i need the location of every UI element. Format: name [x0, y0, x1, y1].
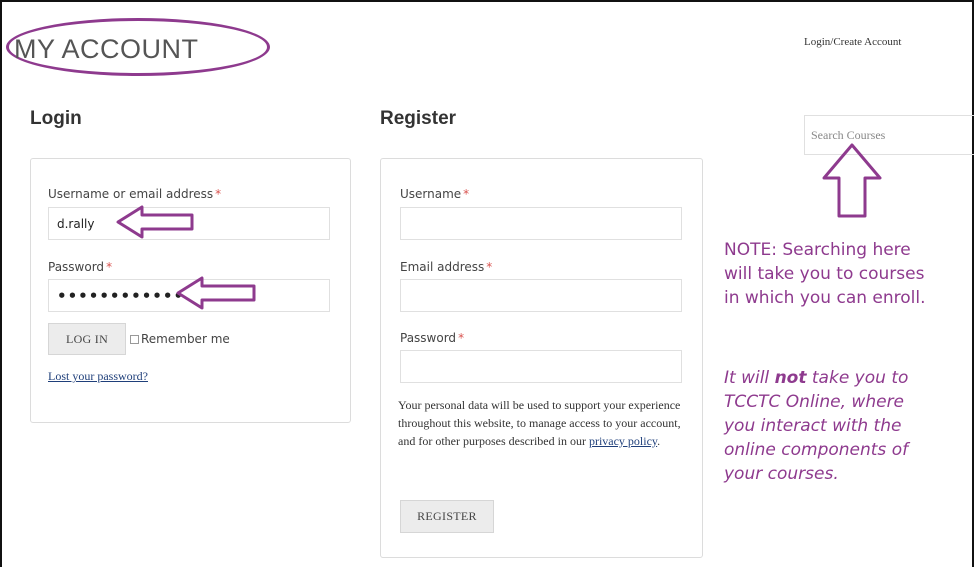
- privacy-notice: Your personal data will be used to suppo…: [398, 398, 681, 448]
- login-create-account-link[interactable]: Login/Create Account: [804, 36, 901, 48]
- login-button[interactable]: LOG IN: [48, 323, 126, 355]
- register-username-input[interactable]: [400, 207, 682, 240]
- login-password-label: Password *: [48, 260, 113, 274]
- annotation-note: NOTE: Searching here will take you to co…: [724, 240, 926, 308]
- up-arrow-icon: [822, 143, 882, 218]
- page-title: MY ACCOUNT: [14, 34, 199, 64]
- search-placeholder: Search Courses: [811, 127, 886, 142]
- remember-me-label: Remember me: [141, 332, 230, 346]
- login-heading: Login: [30, 108, 82, 129]
- left-arrow-icon: [116, 205, 194, 239]
- left-arrow-icon: [176, 276, 256, 310]
- required-marker: *: [106, 260, 113, 274]
- register-email-label: Email address *: [400, 260, 493, 274]
- register-email-input[interactable]: [400, 279, 682, 312]
- lost-password-link[interactable]: Lost your password?: [48, 369, 148, 384]
- login-password-value: ••••••••••••: [57, 286, 185, 305]
- required-marker: *: [215, 187, 222, 201]
- login-username-label: Username or email address *: [48, 187, 222, 201]
- register-password-input[interactable]: [400, 350, 682, 383]
- privacy-policy-link[interactable]: privacy policy: [589, 434, 657, 448]
- required-marker: *: [458, 331, 465, 345]
- login-username-value: d.rally: [57, 216, 95, 231]
- register-username-label: Username *: [400, 187, 470, 201]
- register-heading: Register: [380, 108, 457, 129]
- register-button[interactable]: REGISTER: [400, 500, 494, 533]
- annotation-italic-note: It will not take you to TCCTC Online, wh…: [724, 368, 909, 484]
- required-marker: *: [463, 187, 470, 201]
- remember-me-checkbox[interactable]: [130, 335, 139, 344]
- register-password-label: Password *: [400, 331, 465, 345]
- required-marker: *: [486, 260, 493, 274]
